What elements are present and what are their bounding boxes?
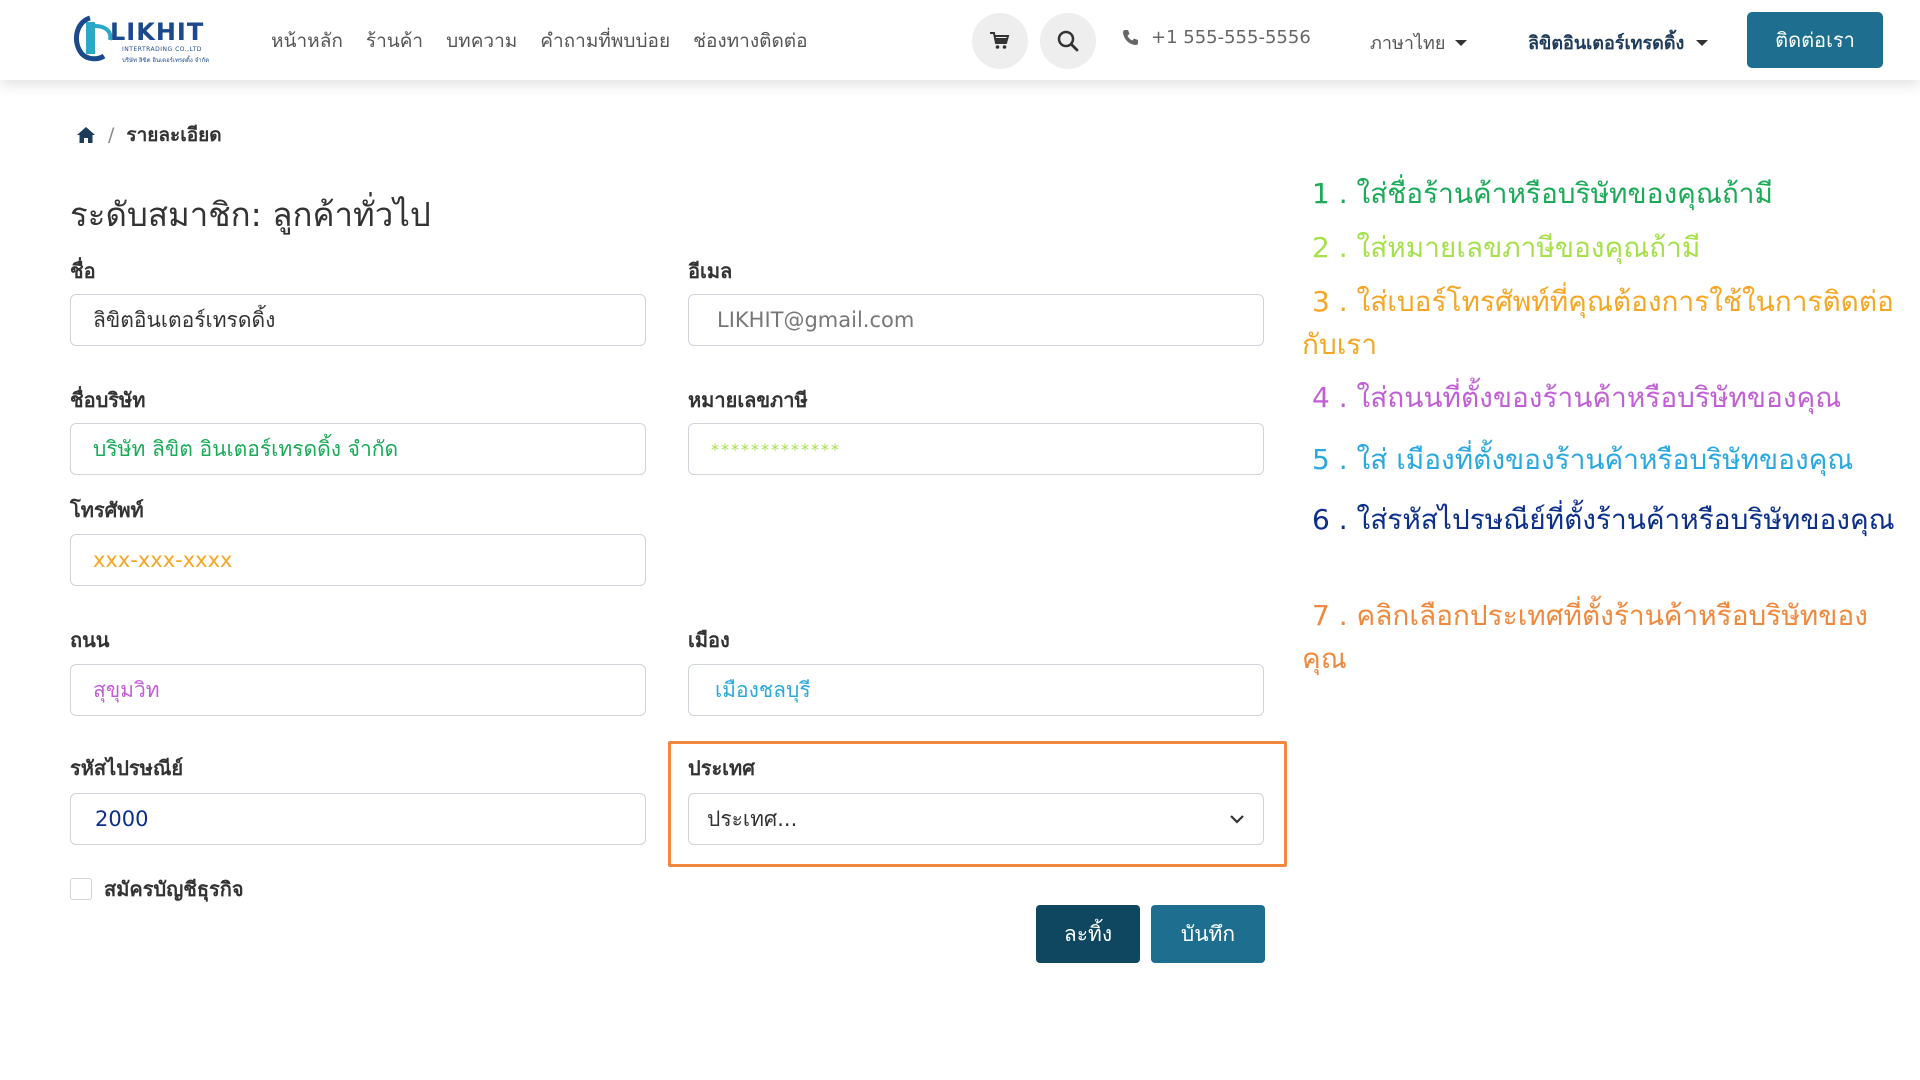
company-label: ชื่อบริษัท: [70, 388, 146, 412]
caret-down-icon: [1696, 39, 1709, 46]
business-account-checkbox[interactable]: [70, 878, 92, 900]
nav-articles[interactable]: บทความ: [446, 26, 517, 56]
top-navbar: LIKHIT INTERTRADING CO.,LTD บริษัท ลิขิต…: [0, 0, 1920, 80]
phone-link[interactable]: +1 555-555-5556: [1122, 27, 1311, 48]
company-input[interactable]: บริษัท ลิขิต อินเตอร์เทรดดิ้ง จำกัด: [70, 423, 646, 475]
country-select[interactable]: ประเทศ...: [688, 793, 1264, 845]
search-button[interactable]: [1040, 13, 1096, 69]
tax-id-label: หมายเลขภาษี: [688, 388, 808, 412]
phone-label: โทรศัพท์: [70, 498, 144, 522]
breadcrumb: / รายละเอียด: [76, 120, 222, 150]
step-number: 1 .: [1312, 177, 1348, 210]
business-account-row: สมัครบัญชีธุรกิจ: [70, 873, 244, 905]
email-input[interactable]: LIKHIT@gmail.com: [688, 294, 1264, 346]
name-label: ชื่อ: [70, 259, 96, 283]
phone-icon: [1123, 30, 1138, 45]
instruction-step-7: 7 . คลิกเลือกประเทศที่ตั้งร้านค้าหรือบริ…: [1302, 594, 1902, 680]
language-dropdown[interactable]: ภาษาไทย: [1370, 28, 1468, 57]
postcode-input[interactable]: 2000: [70, 793, 646, 845]
user-name: ลิขิตอินเตอร์เทรดดิ้ง: [1528, 33, 1685, 54]
city-input[interactable]: เมืองชลบุรี: [688, 664, 1264, 716]
street-label: ถนน: [70, 628, 110, 652]
chevron-down-icon: [1230, 815, 1244, 824]
logo-subtitle: INTERTRADING CO.,LTD: [122, 46, 202, 53]
cart-icon: [990, 32, 1010, 49]
save-button[interactable]: บันทึก: [1151, 905, 1265, 963]
logo-subtitle-thai: บริษัท ลิขิต อินเตอร์เทรดดิ้ง จำกัด: [122, 57, 210, 64]
name-input[interactable]: ลิขิตอินเตอร์เทรดดิ้ง: [70, 294, 646, 346]
home-icon[interactable]: [76, 126, 96, 144]
business-account-label[interactable]: สมัครบัญชีธุรกิจ: [104, 873, 244, 905]
step-text: ใส่รหัสไปรษณีย์ที่ตั้งร้านค้าหรือบริษัทข…: [1356, 503, 1895, 536]
city-label: เมือง: [688, 628, 730, 652]
page-title: ระดับสมาชิก: ลูกค้าทั่วไป: [70, 195, 431, 234]
search-icon: [1057, 30, 1079, 52]
phone-input[interactable]: xxx-xxx-xxxx: [70, 534, 646, 586]
step-number: 6 .: [1312, 503, 1348, 536]
step-text: ใส่เบอร์โทรศัพท์ที่คุณต้องการใช้ในการติด…: [1302, 285, 1894, 361]
step-number: 2 .: [1312, 231, 1348, 264]
nav-home[interactable]: หน้าหลัก: [271, 26, 343, 56]
country-label: ประเทศ: [688, 756, 755, 780]
postcode-label: รหัสไปรษณีย์: [70, 756, 184, 780]
caret-down-icon: [1455, 39, 1468, 46]
step-number: 5 .: [1312, 443, 1348, 476]
step-number: 7 .: [1312, 599, 1348, 632]
nav-faq[interactable]: คำถามที่พบบ่อย: [540, 26, 670, 56]
cart-button[interactable]: [972, 13, 1028, 69]
step-number: 3 .: [1312, 285, 1348, 318]
nav-shop[interactable]: ร้านค้า: [366, 26, 423, 56]
breadcrumb-current: รายละเอียด: [126, 124, 222, 146]
country-select-value: ประเทศ...: [707, 806, 798, 831]
language-label: ภาษาไทย: [1370, 33, 1446, 54]
email-label: อีเมล: [688, 259, 733, 283]
contact-us-button[interactable]: ติดต่อเรา: [1747, 12, 1883, 68]
step-text: คลิกเลือกประเทศที่ตั้งร้านค้าหรือบริษัทข…: [1302, 599, 1868, 675]
step-text: ใส่ถนนที่ตั้งของร้านค้าหรือบริษัทของคุณ: [1356, 381, 1842, 414]
instruction-step-4: 4 . ใส่ถนนที่ตั้งของร้านค้าหรือบริษัทของ…: [1302, 376, 1902, 419]
instruction-step-3: 3 . ใส่เบอร์โทรศัพท์ที่คุณต้องการใช้ในกา…: [1302, 280, 1902, 366]
logo[interactable]: LIKHIT INTERTRADING CO.,LTD บริษัท ลิขิต…: [70, 12, 225, 66]
breadcrumb-separator: /: [108, 124, 115, 146]
instruction-step-6: 6 . ใส่รหัสไปรษณีย์ที่ตั้งร้านค้าหรือบริ…: [1302, 498, 1902, 541]
step-text: ใส่ เมืองที่ตั้งของร้านค้าหรือบริษัทของค…: [1356, 443, 1854, 476]
discard-button[interactable]: ละทิ้ง: [1036, 905, 1140, 963]
step-text: ใส่ชื่อร้านค้าหรือบริษัทของคุณถ้ามี: [1356, 177, 1773, 210]
phone-number: +1 555-555-5556: [1151, 27, 1311, 48]
tax-id-input[interactable]: *************: [688, 423, 1264, 475]
main-nav: หน้าหลัก ร้านค้า บทความ คำถามที่พบบ่อย ช…: [271, 26, 808, 56]
instruction-step-2: 2 . ใส่หมายเลขภาษีของคุณถ้ามี: [1302, 226, 1902, 269]
street-input[interactable]: สุขุมวิท: [70, 664, 646, 716]
logo-brand: LIKHIT: [110, 18, 205, 46]
instruction-step-5: 5 . ใส่ เมืองที่ตั้งของร้านค้าหรือบริษัท…: [1302, 438, 1902, 481]
nav-contact-channels[interactable]: ช่องทางติดต่อ: [693, 26, 807, 56]
instruction-step-1: 1 . ใส่ชื่อร้านค้าหรือบริษัทของคุณถ้ามี: [1302, 172, 1902, 215]
user-dropdown[interactable]: ลิขิตอินเตอร์เทรดดิ้ง: [1528, 28, 1709, 57]
step-number: 4 .: [1312, 381, 1348, 414]
step-text: ใส่หมายเลขภาษีของคุณถ้ามี: [1356, 231, 1701, 264]
